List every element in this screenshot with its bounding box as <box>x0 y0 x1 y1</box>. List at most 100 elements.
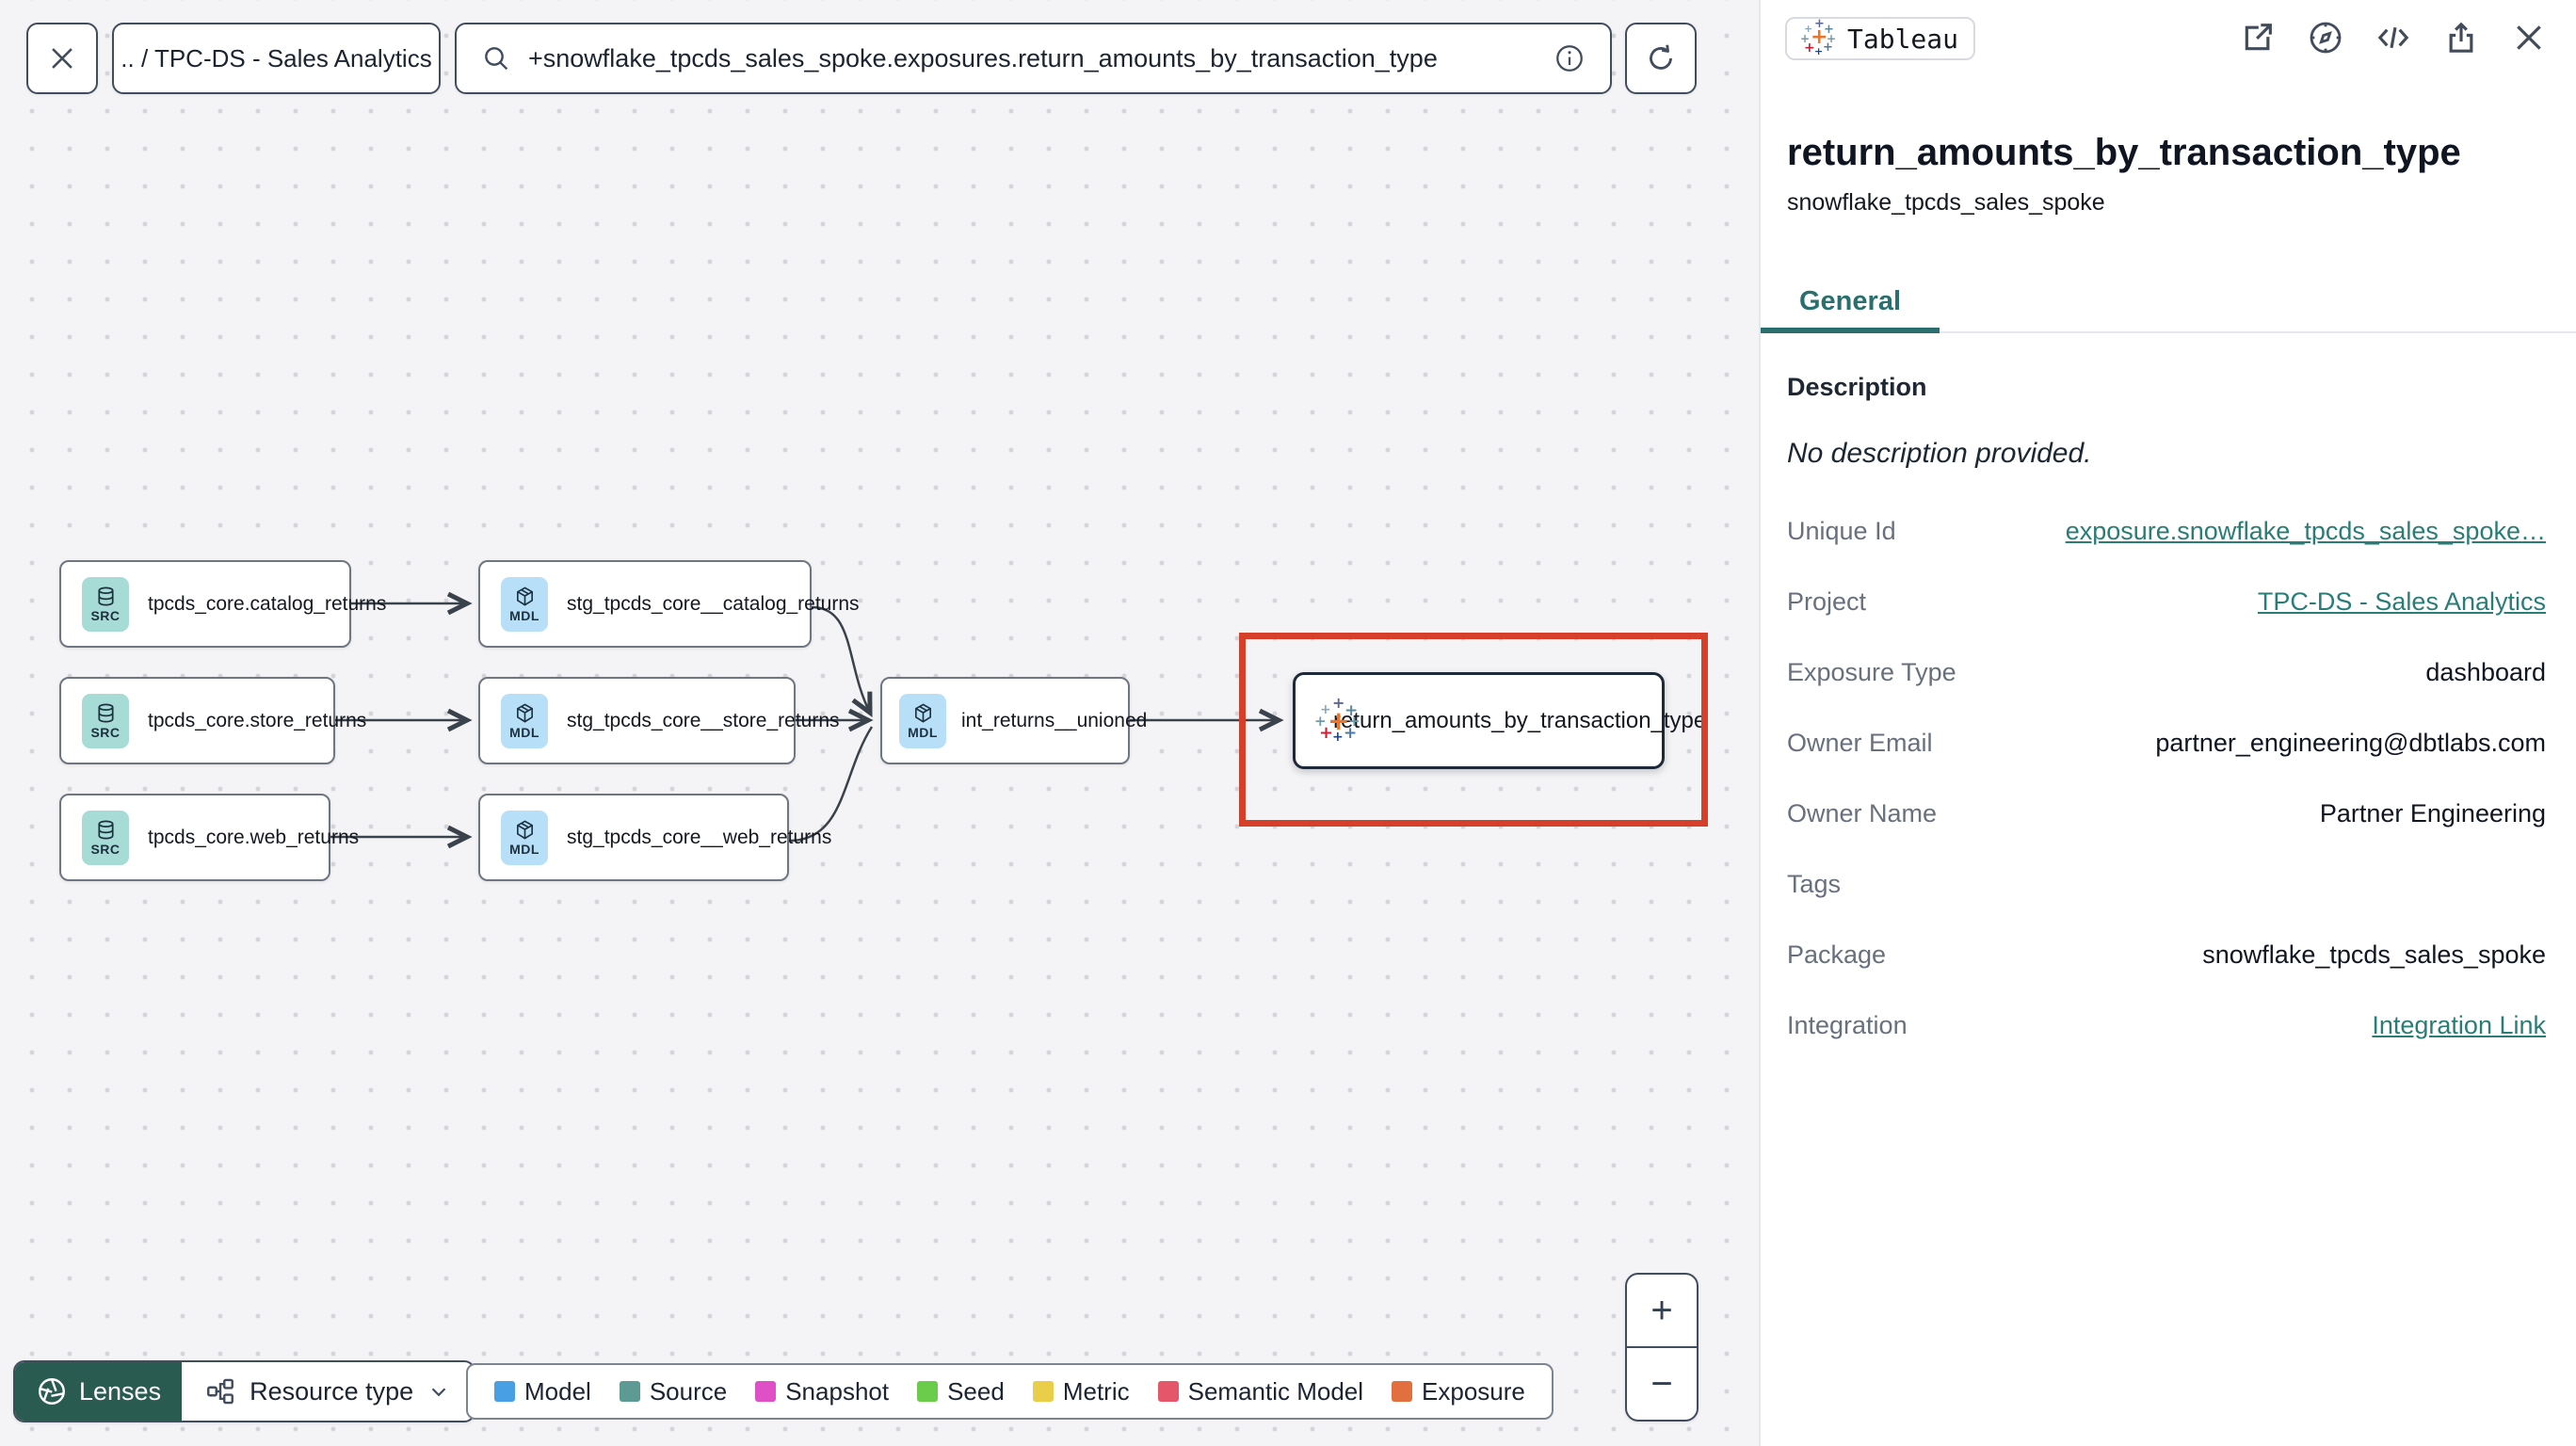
field-label: Unique Id <box>1787 517 1896 545</box>
description-header: Description <box>1787 373 1927 401</box>
graph-node-stg-web-returns[interactable]: MDL stg_tpcds_core__web_returns <box>478 794 831 881</box>
zoom-in-button[interactable]: + <box>1627 1275 1697 1348</box>
search-icon <box>485 47 508 71</box>
graph-node-stg-store-returns[interactable]: MDL stg_tpcds_core__store_returns <box>478 677 840 764</box>
close-icon <box>52 48 72 69</box>
field-row-exposure-type: Exposure Type dashboard <box>1787 658 2546 687</box>
cube-icon <box>516 586 533 606</box>
search-bar[interactable]: +snowflake_tpcds_sales_spoke.exposures.r… <box>455 23 1612 94</box>
legend-swatch-seed <box>917 1381 939 1402</box>
field-label: Tags <box>1787 870 1842 898</box>
details-panel: + + + + + + + + + Tableau return_amounts… <box>1759 0 2576 1446</box>
breadcrumb-label: .. / TPC-DS - Sales Analytics <box>121 43 432 72</box>
resource-type-dropdown[interactable]: Resource type <box>182 1362 474 1421</box>
resource-package-subtitle: snowflake_tpcds_sales_spoke <box>1787 189 2105 216</box>
graph-node-exposure-return-amounts[interactable]: + + + + + + + + + return_amounts_by_tran… <box>1293 672 1706 769</box>
lenses-button[interactable]: Lenses <box>15 1362 183 1421</box>
resource-type-label: Resource type <box>250 1376 414 1406</box>
close-lineage-button[interactable] <box>26 23 98 94</box>
share-icon <box>2449 22 2473 53</box>
database-icon <box>97 820 114 839</box>
model-badge: MDL <box>501 576 548 632</box>
field-row-owner-name: Owner Name Partner Engineering <box>1787 799 2546 828</box>
field-label: Integration <box>1787 1011 1908 1039</box>
close-panel-button[interactable] <box>2508 17 2550 58</box>
cube-icon <box>516 819 533 840</box>
field-value: dashboard <box>2425 658 2546 686</box>
refresh-icon <box>1650 44 1672 70</box>
lineage-canvas[interactable]: .. / TPC-DS - Sales Analytics +snowflake… <box>0 0 1759 1446</box>
legend-swatch-exposure <box>1392 1381 1413 1402</box>
field-row-owner-email: Owner Email partner_engineering@dbtlabs.… <box>1787 729 2546 758</box>
cube-icon <box>516 702 533 723</box>
graph-node-int-returns-unioned[interactable]: MDL int_returns__unioned <box>880 677 1147 764</box>
field-value: Partner Engineering <box>2319 799 2546 827</box>
legend-item: Exposure <box>1392 1377 1525 1406</box>
legend-swatch-metric <box>1032 1381 1054 1402</box>
share-button[interactable] <box>2440 17 2482 58</box>
node-label: tpcds_core.store_returns <box>148 709 367 731</box>
source-badge: SRC <box>82 693 129 748</box>
code-icon <box>2377 26 2409 49</box>
source-badge: SRC <box>82 810 129 865</box>
node-label: stg_tpcds_core__store_returns <box>567 709 840 731</box>
field-label: Exposure Type <box>1787 658 1956 686</box>
graph-node-source-web-returns[interactable]: SRC tpcds_core.web_returns <box>59 794 359 881</box>
external-link-icon <box>2245 24 2272 51</box>
integration-badge-label: Tableau <box>1847 23 1959 55</box>
open-external-button[interactable] <box>2237 17 2278 58</box>
field-label: Package <box>1787 940 1887 969</box>
breadcrumb[interactable]: .. / TPC-DS - Sales Analytics <box>112 23 441 94</box>
field-value: snowflake_tpcds_sales_spoke <box>2202 940 2546 969</box>
legend-item: Metric <box>1032 1377 1130 1406</box>
graph-node-source-catalog-returns[interactable]: SRC tpcds_core.catalog_returns <box>59 560 386 648</box>
zoom-out-button[interactable]: − <box>1627 1348 1697 1420</box>
resource-title: return_amounts_by_transaction_type <box>1787 132 2461 173</box>
legend-item: Snapshot <box>755 1377 889 1406</box>
legend-swatch-semantic-model <box>1157 1381 1179 1402</box>
field-row-integration: Integration Integration Link <box>1787 1011 2546 1040</box>
field-row-tags: Tags <box>1787 870 2546 899</box>
tab-general[interactable]: General <box>1761 275 1940 333</box>
project-link[interactable]: TPC-DS - Sales Analytics <box>2258 587 2546 617</box>
unique-id-link[interactable]: exposure.snowflake_tpcds_sales_spoke… <box>2066 517 2546 546</box>
lenses-label: Lenses <box>79 1376 162 1406</box>
cube-icon <box>914 702 931 723</box>
node-label: return_amounts_by_transaction_type <box>1333 707 1707 733</box>
model-badge: MDL <box>501 693 548 748</box>
legend-item: Source <box>619 1377 727 1406</box>
legend-item: Semantic Model <box>1157 1377 1363 1406</box>
legend-swatch-model <box>494 1381 515 1402</box>
lenses-control: Lenses Resource type <box>13 1360 476 1422</box>
legend-item: Seed <box>917 1377 1005 1406</box>
node-label: tpcds_core.web_returns <box>148 826 360 848</box>
integration-badge[interactable]: + + + + + + + + + Tableau <box>1785 17 1976 60</box>
database-icon <box>97 703 114 722</box>
node-label: stg_tpcds_core__web_returns <box>567 826 832 848</box>
view-code-button[interactable] <box>2373 17 2414 58</box>
resource-type-legend: Model Source Snapshot Seed Metric Semant… <box>466 1363 1554 1420</box>
zoom-controls: + − <box>1625 1273 1699 1422</box>
compass-icon <box>2310 22 2342 54</box>
model-badge: MDL <box>899 693 946 748</box>
legend-swatch-source <box>619 1381 640 1402</box>
graph-node-source-store-returns[interactable]: SRC tpcds_core.store_returns <box>59 677 366 764</box>
explore-button[interactable] <box>2305 17 2346 58</box>
node-label: tpcds_core.catalog_returns <box>148 592 387 615</box>
field-row-package: Package snowflake_tpcds_sales_spoke <box>1787 940 2546 970</box>
node-label: int_returns__unioned <box>961 709 1148 731</box>
graph-node-stg-catalog-returns[interactable]: MDL stg_tpcds_core__catalog_returns <box>478 560 860 648</box>
legend-item: Model <box>494 1377 591 1406</box>
database-icon <box>97 586 114 605</box>
field-label: Owner Email <box>1787 729 1933 757</box>
resource-type-icon <box>207 1378 234 1405</box>
chevron-down-icon <box>431 1388 446 1397</box>
node-label: stg_tpcds_core__catalog_returns <box>567 592 860 615</box>
search-input[interactable]: +snowflake_tpcds_sales_spoke.exposures.r… <box>528 44 1537 73</box>
field-label: Project <box>1787 587 1867 616</box>
integration-link[interactable]: Integration Link <box>2372 1011 2546 1040</box>
refresh-button[interactable] <box>1625 23 1697 94</box>
field-row-project: Project TPC-DS - Sales Analytics <box>1787 587 2546 617</box>
close-icon <box>2517 25 2541 50</box>
info-icon[interactable] <box>1554 42 1586 74</box>
